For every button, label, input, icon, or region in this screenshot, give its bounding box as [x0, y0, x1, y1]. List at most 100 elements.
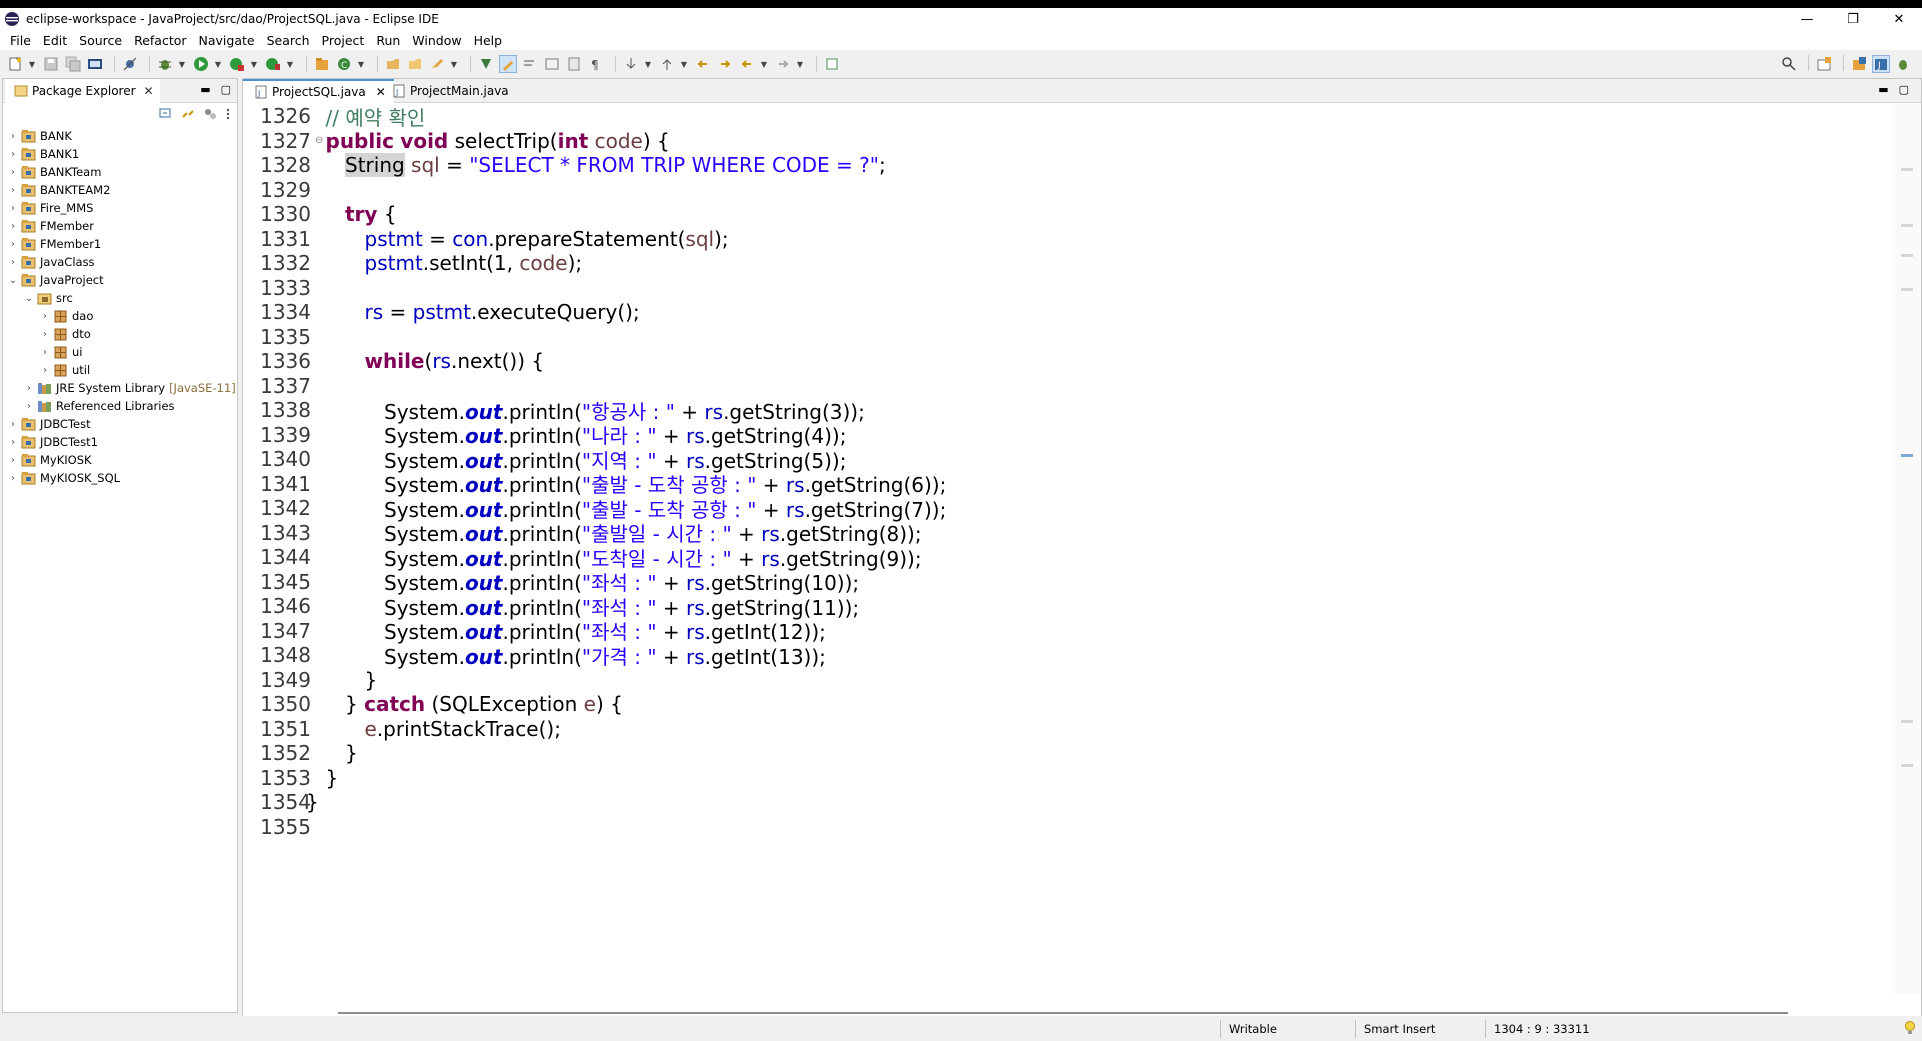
back-dropdown-icon[interactable]: ▼ — [760, 55, 768, 73]
close-window-button[interactable]: ✕ — [1876, 8, 1922, 30]
forward-icon[interactable] — [774, 55, 792, 73]
tree-item-util[interactable]: › util — [3, 361, 237, 379]
pilcrow-icon[interactable]: ¶ — [587, 55, 605, 73]
previous-annotation-icon[interactable] — [658, 55, 676, 73]
tree-item-bankteam[interactable]: › BANKTeam — [3, 163, 237, 181]
block-selection-icon[interactable] — [543, 55, 561, 73]
tree-item-jdbctest1[interactable]: › JDBCTest1 — [3, 433, 237, 451]
overview-ruler[interactable] — [1893, 104, 1921, 994]
chevron-right-icon[interactable]: › — [23, 401, 35, 412]
chevron-right-icon[interactable]: › — [7, 167, 19, 178]
last-edit-location-icon[interactable] — [694, 55, 712, 73]
chevron-right-icon[interactable]: › — [39, 329, 51, 340]
tree-item-mykiosk[interactable]: › MyKIOSK — [3, 451, 237, 469]
run-icon[interactable] — [192, 55, 210, 73]
forward-edit-icon[interactable] — [716, 55, 734, 73]
back-icon[interactable] — [738, 55, 756, 73]
tree-item-fmember[interactable]: › FMember — [3, 217, 237, 235]
toggle-word-wrap-icon[interactable] — [521, 55, 539, 73]
search-dropdown-icon[interactable]: ▼ — [450, 55, 458, 73]
tab-projectsql[interactable]: J ProjectSQL.java ✕ — [243, 79, 394, 103]
chevron-right-icon[interactable]: › — [7, 437, 19, 448]
chevron-right-icon[interactable]: › — [7, 455, 19, 466]
open-perspective-icon[interactable] — [1815, 55, 1833, 73]
minimize-editor-icon[interactable]: ▬ — [1878, 83, 1888, 96]
tree-item-src[interactable]: ⌄ src — [3, 289, 237, 307]
new-java-project-icon[interactable] — [313, 55, 331, 73]
chevron-right-icon[interactable]: › — [7, 239, 19, 250]
chevron-right-icon[interactable]: › — [7, 185, 19, 196]
link-with-editor-icon[interactable] — [181, 107, 195, 124]
terminal-icon[interactable] — [86, 55, 104, 73]
skip-breakpoints-icon[interactable] — [121, 55, 139, 73]
tree-item-dto[interactable]: › dto — [3, 325, 237, 343]
search-icon[interactable] — [1780, 55, 1798, 73]
tree-item-jre-system-library[interactable]: › JRE System Library [JavaSE-11] — [3, 379, 237, 397]
chevron-right-icon[interactable]: › — [23, 383, 35, 394]
tree-item-javaproject[interactable]: ⌄ JavaProject — [3, 271, 237, 289]
chevron-right-icon[interactable]: › — [7, 257, 19, 268]
chevron-right-icon[interactable]: › — [39, 365, 51, 376]
code-editor[interactable]: 1326// 예약 확인 1327 ⊖ public void selectTrip(… — [243, 104, 1893, 994]
menu-run[interactable]: Run — [370, 33, 406, 48]
next-annotation-dropdown-icon[interactable]: ▼ — [644, 55, 652, 73]
toggle-mark-occurrences-icon[interactable] — [499, 55, 517, 73]
menu-file[interactable]: File — [4, 33, 37, 48]
menu-refactor[interactable]: Refactor — [128, 33, 192, 48]
tree-item-dao[interactable]: › dao — [3, 307, 237, 325]
tree-item-jdbctest[interactable]: › JDBCTest — [3, 415, 237, 433]
coverage-dropdown-icon[interactable]: ▼ — [250, 55, 258, 73]
tree-item-ui[interactable]: › ui — [3, 343, 237, 361]
maximize-button[interactable]: ❐ — [1830, 8, 1876, 30]
new-icon[interactable] — [6, 55, 24, 73]
tree-item-bankteam2[interactable]: › BANKTEAM2 — [3, 181, 237, 199]
maximize-view-icon[interactable]: ▢ — [221, 83, 231, 96]
java-perspective-icon[interactable]: J — [1872, 55, 1890, 73]
collapse-all-icon[interactable] — [159, 107, 173, 124]
maximize-editor-icon[interactable]: ▢ — [1899, 83, 1909, 96]
tree-item-bank1[interactable]: › BANK1 — [3, 145, 237, 163]
menu-source[interactable]: Source — [73, 33, 128, 48]
new-java-class-icon[interactable]: C — [335, 55, 353, 73]
chevron-down-icon[interactable]: ⌄ — [23, 293, 35, 304]
tab-projectmain[interactable]: J ProjectMain.java — [381, 79, 517, 103]
next-annotation-icon[interactable] — [622, 55, 640, 73]
toggle-breadcrumb-icon[interactable] — [477, 55, 495, 73]
chevron-right-icon[interactable]: › — [39, 311, 51, 322]
show-whitespace-icon[interactable] — [565, 55, 583, 73]
open-type-icon[interactable] — [384, 55, 402, 73]
new-dropdown-icon[interactable]: ▼ — [28, 55, 36, 73]
chevron-down-icon[interactable]: ⌄ — [7, 275, 19, 286]
package-explorer-tab[interactable]: Package Explorer ✕ — [5, 79, 160, 103]
search-toolbar-icon[interactable] — [428, 55, 446, 73]
external-tools-dropdown-icon[interactable]: ▼ — [286, 55, 294, 73]
tree-item-mykiosk-sql[interactable]: › MyKIOSK_SQL — [3, 469, 237, 487]
menu-edit[interactable]: Edit — [37, 33, 73, 48]
tree-item-bank[interactable]: › BANK — [3, 127, 237, 145]
chevron-right-icon[interactable]: › — [7, 203, 19, 214]
minimize-button[interactable]: — — [1784, 8, 1830, 30]
view-menu-icon[interactable] — [225, 107, 231, 124]
fold-collapse-icon[interactable]: ⊖ — [315, 135, 325, 146]
menu-project[interactable]: Project — [316, 33, 371, 48]
debug-dropdown-icon[interactable]: ▼ — [178, 55, 186, 73]
minimize-view-icon[interactable]: ▬ — [200, 83, 210, 96]
previous-annotation-dropdown-icon[interactable]: ▼ — [680, 55, 688, 73]
save-all-icon[interactable] — [64, 55, 82, 73]
tree-item-referenced-libraries[interactable]: › Referenced Libraries — [3, 397, 237, 415]
new-class-dropdown-icon[interactable]: ▼ — [357, 55, 365, 73]
chevron-right-icon[interactable]: › — [7, 149, 19, 160]
debug-perspective-icon[interactable] — [1894, 55, 1912, 73]
tip-lightbulb-icon[interactable] — [1904, 1020, 1916, 1039]
tree-item-fire-mms[interactable]: › Fire_MMS — [3, 199, 237, 217]
menu-search[interactable]: Search — [261, 33, 316, 48]
pin-editor-icon[interactable] — [823, 55, 841, 73]
menu-navigate[interactable]: Navigate — [193, 33, 261, 48]
coverage-icon[interactable] — [228, 55, 246, 73]
horizontal-scrollbar[interactable] — [338, 1012, 1788, 1014]
chevron-right-icon[interactable]: › — [7, 419, 19, 430]
run-dropdown-icon[interactable]: ▼ — [214, 55, 222, 73]
menu-help[interactable]: Help — [468, 33, 509, 48]
external-tools-icon[interactable] — [264, 55, 282, 73]
debug-icon[interactable] — [156, 55, 174, 73]
